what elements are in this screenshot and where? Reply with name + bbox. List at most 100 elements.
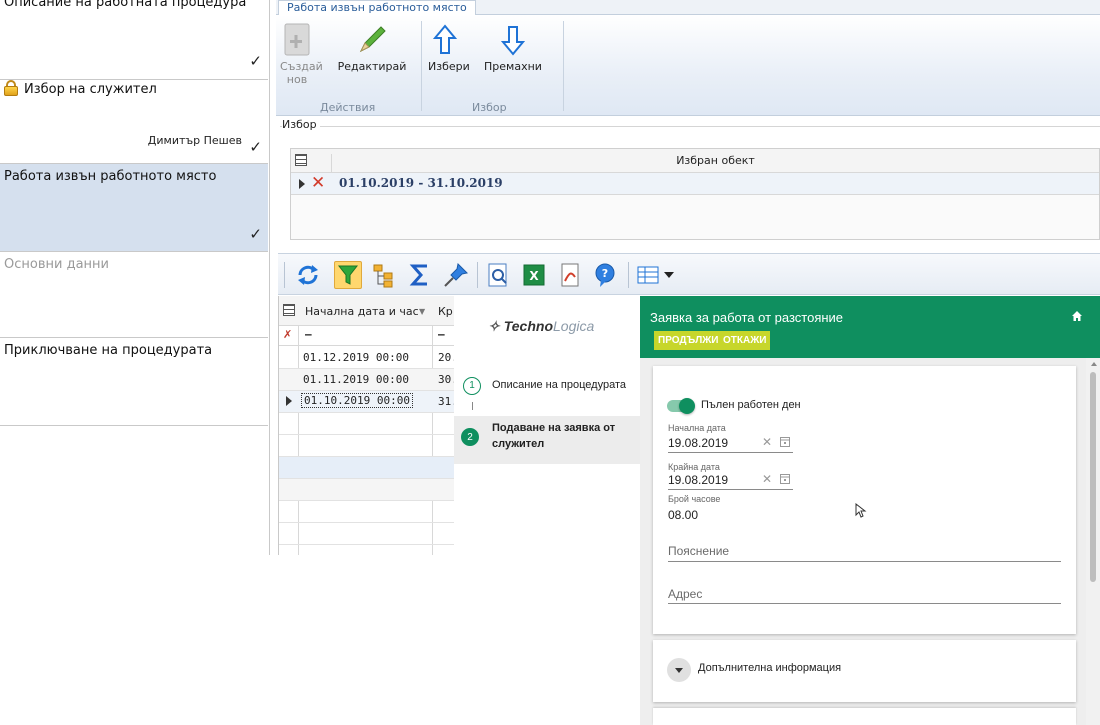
- additional-info-label: Допълнителна информация: [698, 662, 842, 674]
- empty-row: [279, 435, 454, 457]
- full-day-label: Пълен работен ден: [701, 399, 801, 411]
- grid-header: Избран обект: [291, 149, 1099, 173]
- edit-button[interactable]: Редактирай: [336, 23, 408, 73]
- wizard-step-1-label[interactable]: Описание на процедурата: [492, 377, 626, 393]
- arrow-up-icon: [433, 24, 457, 54]
- arrow-down-icon: [501, 26, 525, 56]
- refresh-button[interactable]: [294, 261, 322, 289]
- create-label-line1: Създай: [280, 60, 323, 73]
- column-header-selected-object[interactable]: Избран обект: [331, 154, 1099, 172]
- home-icon[interactable]: [1071, 310, 1083, 322]
- caret-down-icon: [675, 668, 683, 673]
- step-finish-procedure[interactable]: Приключване на процедурата: [0, 338, 268, 426]
- wizard-step-2-number: 2: [461, 428, 479, 446]
- wizard-step-2-active[interactable]: 2 Подаване на заявка от служител: [454, 416, 640, 464]
- clear-filter-icon[interactable]: ✗: [283, 328, 292, 341]
- step-employee-selection[interactable]: Избор на служител Димитър Пешев ✓: [0, 80, 268, 164]
- remove-button[interactable]: Премахни: [484, 23, 542, 73]
- sort-dropdown-icon[interactable]: ▼: [419, 307, 425, 316]
- filter-row: ✗ – –: [279, 326, 454, 346]
- pin-button[interactable]: [442, 261, 470, 289]
- table-row[interactable]: ✕ 01.10.2019 - 31.10.2019: [291, 173, 1099, 195]
- start-date-label: Начална дата: [668, 423, 726, 433]
- procedure-steps-panel: Описание на работната процедура ✓ Избор …: [0, 0, 270, 555]
- sigma-icon: [409, 264, 427, 286]
- filter-icon: [337, 265, 359, 285]
- export-pdf-button[interactable]: [556, 261, 584, 289]
- end-date-input[interactable]: 19.08.2019: [668, 473, 728, 487]
- help-button[interactable]: ?: [592, 261, 620, 289]
- step-basic-data: Основни данни: [0, 252, 268, 338]
- note-input[interactable]: Пояснение: [668, 544, 729, 558]
- filter-end[interactable]: –: [438, 328, 445, 341]
- table-row[interactable]: 01.11.2019 00:00 30.: [279, 369, 454, 391]
- start-date-underline: [668, 452, 793, 453]
- wizard-step-2-label-line1: Подаване на заявка от: [492, 422, 616, 434]
- scrollbar-thumb[interactable]: [1090, 372, 1096, 582]
- continue-button[interactable]: ПРОДЪЛЖИ: [654, 331, 723, 350]
- empty-row: [279, 457, 454, 479]
- svg-text:X: X: [529, 269, 539, 283]
- grid-toolbar: X ?: [278, 253, 1100, 295]
- expand-button[interactable]: [667, 658, 691, 682]
- step-title: Приключване на процедурата: [4, 343, 213, 358]
- grid-header: Начална дата и час ▼ Кр: [279, 296, 454, 326]
- create-new-button[interactable]: Създай нов: [280, 23, 323, 86]
- step-title: Основни данни: [4, 257, 109, 272]
- filter-button[interactable]: [334, 261, 362, 289]
- wizard-step-1-number[interactable]: 1: [463, 377, 481, 395]
- assigned-employee: Димитър Пешев: [147, 134, 242, 147]
- grid-columns-icon[interactable]: [295, 154, 307, 166]
- group-button[interactable]: [370, 261, 398, 289]
- calendar-icon[interactable]: [780, 473, 790, 484]
- column-header-start[interactable]: Начална дата и час: [305, 305, 419, 318]
- ribbon: Създай нов Редактирай Избери Премахни Де…: [276, 15, 1100, 116]
- clear-icon[interactable]: ✕: [762, 472, 772, 486]
- cancel-button[interactable]: ОТКАЖИ: [719, 331, 771, 350]
- remove-label: Премахни: [484, 60, 542, 73]
- empty-row: [279, 413, 454, 435]
- lock-icon: [4, 80, 18, 96]
- additional-info-card[interactable]: Допълнителна информация: [653, 640, 1076, 702]
- svg-text:?: ?: [602, 267, 608, 280]
- checkmark-icon: ✓: [249, 138, 262, 156]
- wizard-step-2-label-line2: служител: [492, 438, 545, 450]
- step-procedure-description[interactable]: Описание на работната процедура ✓: [0, 0, 268, 80]
- select-button[interactable]: Избери: [428, 23, 470, 73]
- hours-label: Брой часове: [668, 494, 721, 504]
- group-divider: [280, 126, 1100, 127]
- step-title: Избор на служител: [24, 82, 157, 97]
- filter-start[interactable]: –: [305, 328, 312, 341]
- table-row[interactable]: 01.12.2019 00:00 20.: [279, 347, 454, 369]
- full-day-toggle[interactable]: [667, 398, 695, 414]
- export-excel-button[interactable]: X: [520, 261, 548, 289]
- checkmark-icon: ✓: [249, 225, 262, 243]
- selected-period: 01.10.2019 - 31.10.2019: [339, 176, 503, 190]
- periods-grid: Начална дата и час ▼ Кр ✗ – – 01.12.2019…: [278, 296, 454, 555]
- table-layout-icon: [637, 266, 674, 284]
- search-document-icon: [488, 263, 507, 287]
- find-button[interactable]: [484, 261, 512, 289]
- remove-item-icon[interactable]: ✕: [311, 174, 325, 192]
- row-indicator-icon: [286, 396, 292, 406]
- address-input[interactable]: Адрес: [668, 587, 702, 601]
- calendar-icon[interactable]: [780, 436, 790, 447]
- edit-label: Редактирай: [337, 60, 407, 73]
- help-icon: ?: [595, 263, 615, 287]
- clear-icon[interactable]: ✕: [762, 435, 772, 449]
- new-document-icon: [284, 23, 310, 56]
- start-date-input[interactable]: 19.08.2019: [668, 436, 728, 450]
- group-label-actions: Действия: [320, 101, 376, 114]
- step-remote-work[interactable]: Работа извън работното място ✓: [0, 164, 268, 252]
- summary-button[interactable]: [406, 261, 434, 289]
- form-card: Пълен работен ден Начална дата 19.08.201…: [653, 366, 1076, 634]
- selection-group-label: Избор: [282, 118, 320, 131]
- tab-remote-work[interactable]: Работа извън работното място: [278, 0, 476, 16]
- column-header-end[interactable]: Кр: [438, 305, 453, 318]
- layout-menu-button[interactable]: [636, 261, 678, 289]
- cell-end: 20.: [438, 351, 454, 364]
- table-row[interactable]: 01.10.2019 00:00 31.: [279, 391, 454, 413]
- grid-columns-icon[interactable]: [283, 304, 295, 316]
- next-card: [653, 708, 1076, 725]
- scrollbar-track[interactable]: [1086, 358, 1100, 725]
